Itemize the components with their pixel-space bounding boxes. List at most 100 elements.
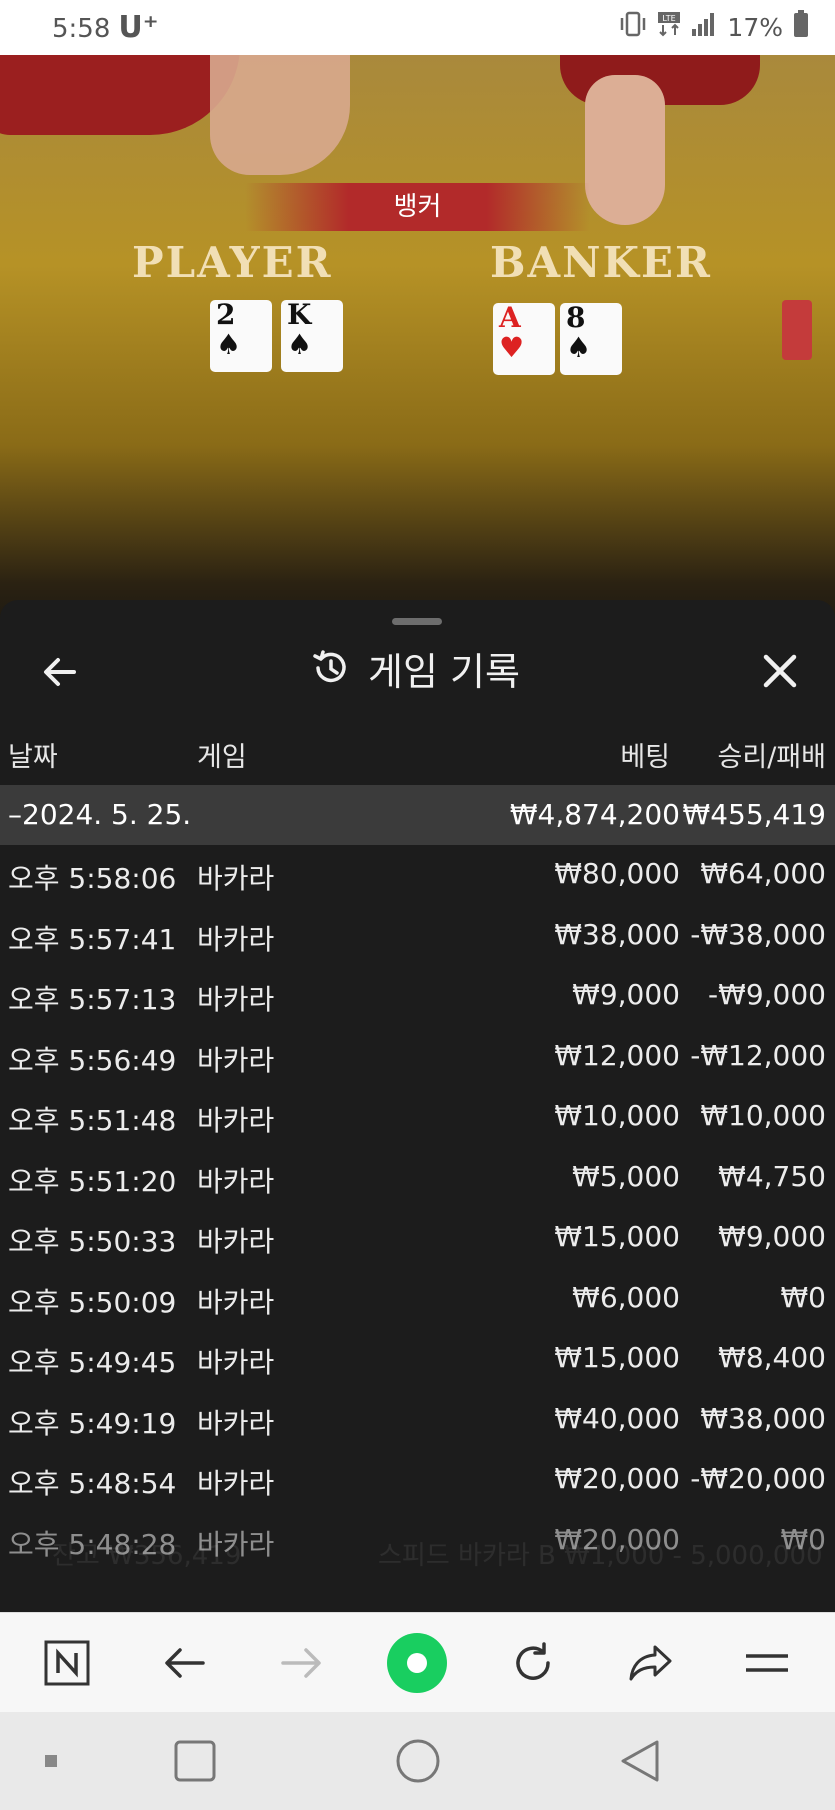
row-game: 바카라 xyxy=(197,983,275,1016)
history-row[interactable]: 오후 5:57:41 바카라 ₩38,000 -₩38,000 xyxy=(0,906,835,966)
row-game: 바카라 xyxy=(197,1406,275,1440)
refresh-button[interactable] xyxy=(505,1635,561,1691)
row-bet: ₩5,000 xyxy=(572,1159,680,1193)
card-rank: A xyxy=(499,301,521,334)
n-home-icon xyxy=(44,1640,90,1686)
row-bet: ₩38,000 xyxy=(554,917,680,951)
history-row[interactable]: 오후 5:49:45 바카라 ₩15,000 ₩8,400 xyxy=(0,1329,835,1389)
close-icon xyxy=(763,654,797,688)
green-dot-icon xyxy=(387,1633,447,1693)
summary-result: ₩455,419 xyxy=(682,798,826,831)
row-bet: ₩20,000 xyxy=(554,1522,680,1556)
header-game[interactable]: 게임 xyxy=(197,735,247,774)
row-time: 오후 5:48:54 xyxy=(8,1467,177,1500)
clock-text: 5:58 xyxy=(52,14,111,44)
triangle-back-icon xyxy=(621,1740,659,1782)
row-bet: ₩6,000 xyxy=(572,1280,680,1314)
player-label: PLAYER xyxy=(132,238,333,287)
summary-date: –2024. 5. 25. xyxy=(8,798,192,831)
card-shoe xyxy=(782,300,812,360)
vibrate-icon xyxy=(619,11,647,43)
day-summary-row[interactable]: –2024. 5. 25. ₩4,874,200 ₩455,419 xyxy=(0,785,835,845)
square-icon xyxy=(174,1740,216,1782)
row-result: ₩0 xyxy=(780,1522,827,1556)
header-result[interactable]: 승리/패배 xyxy=(718,735,826,774)
row-result: -₩38,000 xyxy=(690,917,826,951)
browser-forward-button[interactable] xyxy=(273,1635,329,1691)
home-button[interactable] xyxy=(393,1736,443,1786)
live-video: 뱅커 PLAYER BANKER 2 ♠ K ♠ A ♥ 8 ♠ xyxy=(0,55,835,655)
history-row[interactable]: 오후 5:58:06 바카라 ₩80,000 ₩64,000 xyxy=(0,845,835,905)
row-time: 오후 5:49:19 xyxy=(8,1406,177,1440)
header-date[interactable]: 날짜 xyxy=(8,735,58,774)
row-time: 오후 5:57:41 xyxy=(8,922,177,956)
history-row[interactable]: 오후 5:48:54 바카라 ₩20,000 -₩20,000 xyxy=(0,1450,835,1510)
row-game: 바카라 xyxy=(197,1043,275,1077)
row-result: -₩12,000 xyxy=(690,1038,826,1072)
back-button[interactable] xyxy=(40,652,80,692)
row-time: 오후 5:49:45 xyxy=(8,1346,177,1379)
row-game: 바카라 xyxy=(197,1527,275,1561)
recent-apps-button[interactable] xyxy=(170,1736,220,1786)
dealer-hand-right xyxy=(585,75,665,225)
card-rank: 8 xyxy=(566,301,586,334)
battery-percent: 17% xyxy=(727,12,783,42)
battery-icon xyxy=(793,10,809,44)
row-game: 바카라 xyxy=(197,1104,275,1137)
history-row[interactable]: 오후 5:50:33 바카라 ₩15,000 ₩9,000 xyxy=(0,1208,835,1268)
summary-bet: ₩4,874,200 xyxy=(509,798,680,831)
browser-back-button[interactable] xyxy=(157,1635,213,1691)
history-row[interactable]: 오후 5:56:49 바카라 ₩12,000 -₩12,000 xyxy=(0,1027,835,1087)
nav-dot-button[interactable] xyxy=(26,1736,76,1786)
row-result: ₩4,750 xyxy=(718,1159,826,1193)
row-time: 오후 5:51:20 xyxy=(8,1164,177,1198)
row-game: 바카라 xyxy=(197,922,275,956)
system-back-button[interactable] xyxy=(615,1736,665,1786)
share-button[interactable] xyxy=(622,1635,678,1691)
row-time: 오후 5:50:09 xyxy=(8,1285,177,1319)
row-result: ₩8,400 xyxy=(718,1341,826,1374)
arrow-left-icon xyxy=(44,658,76,686)
row-time: 오후 5:56:49 xyxy=(8,1043,177,1077)
row-game: 바카라 xyxy=(197,862,275,895)
svg-text:LTE: LTE xyxy=(663,14,676,23)
row-result: ₩38,000 xyxy=(700,1401,826,1435)
history-row[interactable]: 오후 5:57:13 바카라 ₩9,000 -₩9,000 xyxy=(0,966,835,1026)
row-result: ₩64,000 xyxy=(700,857,826,890)
status-time: 5:58 U⁺ xyxy=(52,10,159,45)
drag-handle[interactable] xyxy=(392,618,442,625)
dealer-hand-left xyxy=(210,55,350,175)
menu-button[interactable] xyxy=(739,1635,795,1691)
row-result: ₩9,000 xyxy=(718,1220,826,1253)
history-row[interactable]: 오후 5:49:19 바카라 ₩40,000 ₩38,000 xyxy=(0,1390,835,1450)
card-suit: ♠ xyxy=(287,328,313,361)
row-game: 바카라 xyxy=(197,1225,275,1258)
lte-icon: LTE xyxy=(657,11,681,43)
back-arrow-icon xyxy=(165,1648,205,1678)
banker-label: BANKER xyxy=(490,238,712,287)
green-dot-button[interactable] xyxy=(385,1631,449,1695)
history-icon xyxy=(313,650,346,683)
row-bet: ₩10,000 xyxy=(554,1099,680,1132)
winner-banner: 뱅커 xyxy=(245,183,590,231)
game-history-sheet: 게임 기록 잔고 ₩356,419 스피드 바카라 B ₩1,000 - 5,0… xyxy=(0,600,835,1612)
card-rank: 2 xyxy=(216,298,236,331)
banker-card-1: A ♥ xyxy=(493,303,555,375)
carrier-label: U⁺ xyxy=(118,10,159,45)
history-row[interactable]: 오후 5:51:48 바카라 ₩10,000 ₩10,000 xyxy=(0,1087,835,1147)
status-bar: 5:58 U⁺ LTE 17% xyxy=(0,0,835,55)
header-bet[interactable]: 베팅 xyxy=(620,735,670,774)
status-icons: LTE 17% xyxy=(619,10,809,44)
history-row[interactable]: 오후 5:50:09 바카라 ₩6,000 ₩0 xyxy=(0,1269,835,1329)
card-rank: K xyxy=(287,298,312,331)
close-button[interactable] xyxy=(757,648,803,694)
circle-icon xyxy=(396,1739,440,1783)
row-time: 오후 5:58:06 xyxy=(8,862,177,895)
signal-icon xyxy=(691,12,717,42)
forward-arrow-icon xyxy=(281,1648,321,1678)
history-row[interactable]: 오후 5:51:20 바카라 ₩5,000 ₩4,750 xyxy=(0,1148,835,1208)
naver-home-button[interactable] xyxy=(39,1635,95,1691)
refresh-icon xyxy=(516,1642,550,1680)
history-row[interactable]: 오후 5:48:28 바카라 ₩20,000 ₩0 xyxy=(0,1511,835,1571)
row-time: 오후 5:48:28 xyxy=(8,1527,177,1561)
